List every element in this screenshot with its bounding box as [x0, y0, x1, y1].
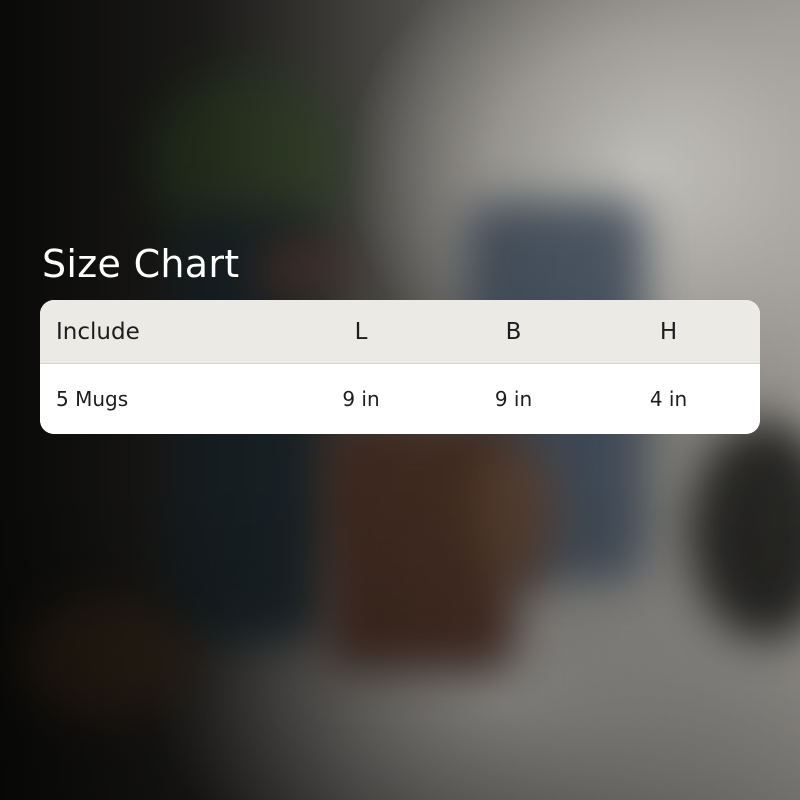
- cell-height: 4 in: [649, 387, 688, 411]
- header-height: H: [659, 318, 678, 345]
- table-header-row: Include L B H: [40, 300, 760, 364]
- cell-length: 9 in: [342, 387, 380, 411]
- header-length: L: [354, 318, 368, 345]
- cell-include: 5 Mugs: [56, 387, 129, 411]
- header-include: Include: [56, 318, 140, 345]
- header-breadth: B: [505, 318, 522, 345]
- page-title: Size Chart: [42, 242, 240, 286]
- size-table: Include L B H 5 Mugs 9 in 9 in 4 in: [40, 300, 760, 434]
- table-row: 5 Mugs 9 in 9 in 4 in: [40, 364, 760, 434]
- cell-breadth: 9 in: [494, 387, 533, 411]
